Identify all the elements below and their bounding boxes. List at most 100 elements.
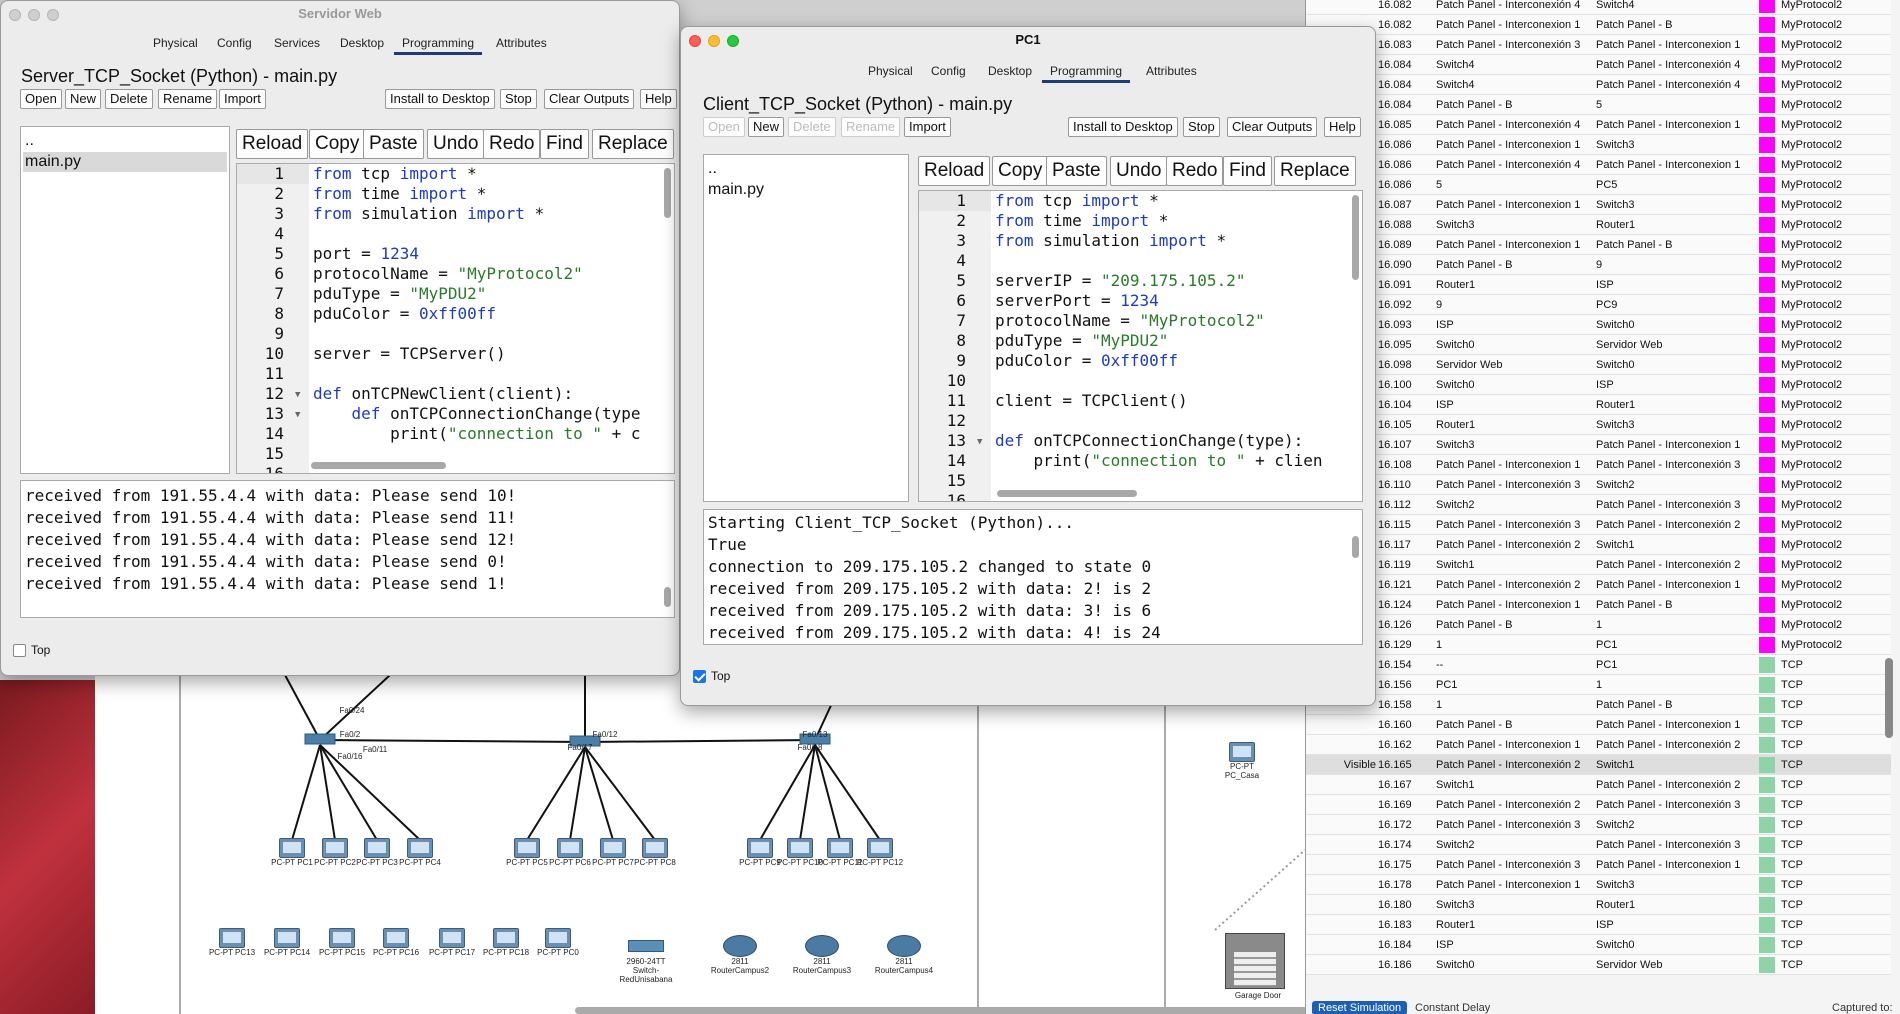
pc-device[interactable]: PC-PT PC14 <box>262 928 312 957</box>
stop-button[interactable]: Stop <box>1183 117 1220 137</box>
event-row[interactable]: 16.117 Patch Panel - Interconexión 2 Switc… <box>1306 535 1891 555</box>
tab-desktop[interactable]: Desktop <box>988 62 1032 80</box>
stop-button[interactable]: Stop <box>500 89 537 109</box>
redo-button[interactable]: Redo <box>483 129 541 159</box>
output-scrollbar[interactable] <box>1352 536 1359 558</box>
delete-button[interactable]: Delete <box>788 117 836 137</box>
install-to-desktop-button[interactable]: Install to Desktop <box>385 89 495 109</box>
fold-arrow-icon[interactable]: ▼ <box>295 390 300 400</box>
top-checkbox[interactable] <box>13 644 26 657</box>
tab-programming[interactable]: Programming <box>394 34 483 55</box>
event-row[interactable]: 16.083 Patch Panel - Interconexión 3 Patch… <box>1306 35 1891 55</box>
event-row[interactable]: 16.082 Patch Panel - Interconexion 1 Patch… <box>1306 15 1891 35</box>
paste-button[interactable]: Paste <box>1046 156 1107 186</box>
rename-button[interactable]: Rename <box>841 117 901 137</box>
event-row[interactable]: 16.085 Patch Panel - Interconexión 4 Patch… <box>1306 115 1891 135</box>
tab-physical[interactable]: Physical <box>868 62 913 80</box>
tab-config[interactable]: Config <box>217 34 252 52</box>
import-button[interactable]: Import <box>219 89 266 109</box>
pc-device[interactable]: PC-PT PC_Casa <box>1217 742 1267 780</box>
event-row[interactable]: 16.086 5 PC5 MyProtocol2 <box>1306 175 1891 195</box>
constant-delay-checkbox[interactable]: Constant Delay <box>1415 1001 1490 1014</box>
minimize-icon[interactable] <box>28 9 40 21</box>
garage-door-icon[interactable] <box>1225 933 1285 989</box>
editor-horizontal-scrollbar[interactable] <box>997 490 1137 497</box>
code-editor[interactable]: 1 2 3 4 5 6 7 8 9 10 11 12 13 14 15 16 ▼… <box>918 190 1363 502</box>
event-row[interactable]: 16.154 -- PC1 TCP <box>1306 655 1891 675</box>
reload-button[interactable]: Reload <box>918 156 991 186</box>
reset-simulation-button[interactable]: Reset Simulation <box>1312 1001 1408 1014</box>
pc-device[interactable]: PC-PT PC0 <box>533 928 583 957</box>
event-row[interactable]: 16.089 Patch Panel - Interconexion 1 Patch… <box>1306 235 1891 255</box>
open-button[interactable]: Open <box>20 89 62 109</box>
pc-device[interactable]: PC-PT PC12 <box>855 838 905 867</box>
event-row[interactable]: 16.115 Patch Panel - Interconexión 3 Patch… <box>1306 515 1891 535</box>
tab-config[interactable]: Config <box>931 62 966 80</box>
find-button[interactable]: Find <box>1223 156 1272 186</box>
help-button[interactable]: Help <box>640 89 677 109</box>
open-button[interactable]: Open <box>703 117 745 137</box>
event-row[interactable]: 16.095 Switch0 Servidor Web MyProtocol2 <box>1306 335 1891 355</box>
pc-device[interactable]: PC-PT PC4 <box>395 838 445 867</box>
editor-vertical-scrollbar[interactable] <box>1352 195 1359 280</box>
help-button[interactable]: Help <box>1324 117 1361 137</box>
pc-device[interactable]: PC-PT PC16 <box>371 928 421 957</box>
undo-button[interactable]: Undo <box>427 129 485 159</box>
event-row[interactable]: 16.108 Patch Panel - Interconexion 1 Patch… <box>1306 455 1891 475</box>
event-row[interactable]: 16.098 Servidor Web Switch0 MyProtocol2 <box>1306 355 1891 375</box>
event-row[interactable]: 16.160 Patch Panel - B Patch Panel - Inter… <box>1306 715 1891 735</box>
close-icon[interactable] <box>689 35 701 47</box>
install-to-desktop-button[interactable]: Install to Desktop <box>1068 117 1178 137</box>
event-row[interactable]: 16.183 Router1 ISP TCP <box>1306 915 1891 935</box>
pc-device[interactable]: PC-PT PC15 <box>317 928 367 957</box>
close-icon[interactable] <box>9 9 21 21</box>
event-row[interactable]: 16.088 Switch3 Router1 MyProtocol2 <box>1306 215 1891 235</box>
event-row[interactable]: 16.086 Patch Panel - Interconexion 1 Switc… <box>1306 135 1891 155</box>
event-list-scrollbar[interactable] <box>1885 658 1893 738</box>
event-row[interactable]: 16.107 Switch3 Patch Panel - Interconexion… <box>1306 435 1891 455</box>
rename-button[interactable]: Rename <box>158 89 218 109</box>
event-row[interactable]: 16.175 Patch Panel - Interconexión 3 Patch… <box>1306 855 1891 875</box>
event-row[interactable]: 16.084 Switch4 Patch Panel - Interconexión… <box>1306 75 1891 95</box>
event-row[interactable]: 16.178 Patch Panel - Interconexion 1 Switc… <box>1306 875 1891 895</box>
tab-attributes[interactable]: Attributes <box>1146 62 1197 80</box>
tab-programming[interactable]: Programming <box>1042 62 1131 83</box>
event-row[interactable]: 16.084 Switch4 Patch Panel - Interconexión… <box>1306 55 1891 75</box>
clear-outputs-button[interactable]: Clear Outputs <box>1227 117 1318 137</box>
copy-button[interactable]: Copy <box>992 156 1049 186</box>
file-item-main[interactable]: main.py <box>706 180 906 200</box>
pc-device[interactable]: PC-PT PC8 <box>630 838 680 867</box>
event-row[interactable]: 16.119 Switch1 Patch Panel - Interconexión… <box>1306 555 1891 575</box>
event-row[interactable]: 16.082 Patch Panel - Interconexión 4 Switc… <box>1306 0 1891 15</box>
router-device[interactable]: 2811 RouterCampus4 <box>871 935 937 975</box>
delete-button[interactable]: Delete <box>105 89 153 109</box>
clear-outputs-button[interactable]: Clear Outputs <box>544 89 635 109</box>
event-row[interactable]: 16.172 Patch Panel - Interconexión 3 Switc… <box>1306 815 1891 835</box>
router-device[interactable]: 2811 RouterCampus2 <box>707 935 773 975</box>
editor-horizontal-scrollbar[interactable] <box>311 462 446 469</box>
router-device[interactable]: 2811 RouterCampus3 <box>789 935 855 975</box>
event-row[interactable]: 16.105 Router1 Switch3 MyProtocol2 <box>1306 415 1891 435</box>
output-scrollbar[interactable] <box>664 587 671 607</box>
pc-device[interactable]: PC-PT PC18 <box>481 928 531 957</box>
tab-physical[interactable]: Physical <box>153 34 198 52</box>
event-row[interactable]: 16.186 Switch0 Servidor Web TCP <box>1306 955 1891 975</box>
replace-button[interactable]: Replace <box>1274 156 1356 186</box>
pc-device[interactable]: PC-PT PC13 <box>207 928 257 957</box>
event-row[interactable]: 16.121 Patch Panel - Interconexión 2 Patch… <box>1306 575 1891 595</box>
event-row[interactable]: 16.091 Router1 ISP MyProtocol2 <box>1306 275 1891 295</box>
import-button[interactable]: Import <box>904 117 951 137</box>
event-row[interactable]: 16.129 1 PC1 MyProtocol2 <box>1306 635 1891 655</box>
event-row[interactable]: 16.110 Patch Panel - Interconexión 3 Switc… <box>1306 475 1891 495</box>
event-row[interactable]: Visible 16.165 Patch Panel - Interconexión… <box>1306 755 1891 775</box>
paste-button[interactable]: Paste <box>363 129 424 159</box>
file-item-parent[interactable]: .. <box>23 131 227 151</box>
event-row[interactable]: 16.126 Patch Panel - B 1 MyProtocol2 <box>1306 615 1891 635</box>
file-item-main[interactable]: main.py <box>23 152 227 172</box>
find-button[interactable]: Find <box>540 129 589 159</box>
event-row[interactable]: 16.174 Switch2 Patch Panel - Interconexión… <box>1306 835 1891 855</box>
event-row[interactable]: 16.084 Patch Panel - B 5 MyProtocol2 <box>1306 95 1891 115</box>
event-row[interactable]: 16.162 Patch Panel - Interconexion 1 Patch… <box>1306 735 1891 755</box>
zoom-icon[interactable] <box>47 9 59 21</box>
new-button[interactable]: New <box>748 117 785 137</box>
